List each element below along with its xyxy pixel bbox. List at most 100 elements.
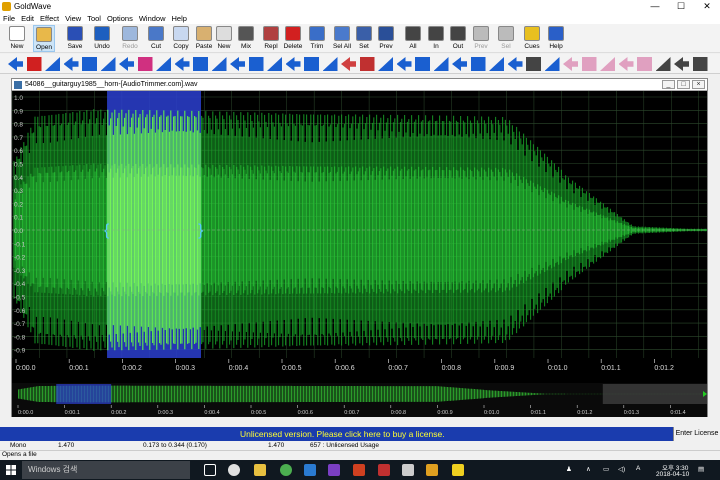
selection-end-marker[interactable]: } xyxy=(198,222,204,239)
effect-tool-icon-29[interactable] xyxy=(544,57,560,71)
menu-view[interactable]: View xyxy=(62,14,84,23)
app-red-icon[interactable] xyxy=(378,464,390,476)
calculator-icon[interactable] xyxy=(402,464,414,476)
effect-tool-icon-9[interactable] xyxy=(174,57,190,71)
toolbar-button-in-17[interactable]: In xyxy=(425,25,447,52)
toolbar-button-mix-9[interactable]: Mix xyxy=(235,25,257,52)
menu-file[interactable]: File xyxy=(0,14,18,23)
clock-date[interactable]: 2018-04-10 xyxy=(656,471,689,478)
effect-tool-icon-28[interactable] xyxy=(526,57,541,71)
effect-tool-icon-19[interactable] xyxy=(359,57,375,71)
effect-tool-icon-22[interactable] xyxy=(415,57,430,71)
app-blue-icon[interactable] xyxy=(304,464,316,476)
toolbar-button-new-0[interactable]: New xyxy=(6,25,28,52)
menu-edit[interactable]: Edit xyxy=(18,14,37,23)
effect-tool-icon-31[interactable] xyxy=(581,57,597,71)
effect-tool-icon-6[interactable] xyxy=(119,57,134,71)
toolbar-button-copy-6[interactable]: Copy xyxy=(170,25,192,52)
effect-tool-icon-30[interactable] xyxy=(563,57,578,71)
menu-tool[interactable]: Tool xyxy=(84,14,104,23)
volume-icon[interactable]: ◁) xyxy=(618,465,625,473)
effect-tool-icon-33[interactable] xyxy=(618,57,634,71)
people-icon[interactable]: ♟ xyxy=(566,465,572,473)
toolbar-button-sel-20[interactable]: Sel xyxy=(495,25,517,52)
doc-maximize-button[interactable]: □ xyxy=(677,80,690,89)
effect-tool-icon-21[interactable] xyxy=(396,57,412,71)
minimize-button[interactable]: — xyxy=(642,0,668,12)
effect-tool-icon-13[interactable] xyxy=(248,57,264,71)
toolbar-button-new-8[interactable]: New xyxy=(213,25,235,52)
toolbar-button-cut-5[interactable]: Cut xyxy=(145,25,167,52)
effect-tool-icon-3[interactable] xyxy=(63,57,79,71)
effect-tool-icon-25[interactable] xyxy=(470,57,486,71)
network-icon[interactable]: ▭ xyxy=(603,465,609,473)
toolbar-button-all-16[interactable]: All xyxy=(402,25,424,52)
effect-tool-icon-35[interactable] xyxy=(655,57,671,71)
chrome-icon[interactable] xyxy=(228,464,240,476)
toolbar-button-delete-11[interactable]: Delete xyxy=(282,25,304,52)
ime-indicator-icon[interactable]: A xyxy=(636,465,640,472)
app-green-icon[interactable] xyxy=(280,464,292,476)
effect-tool-icon-32[interactable] xyxy=(600,57,615,71)
menu-options[interactable]: Options xyxy=(104,14,136,23)
effect-tool-icon-37[interactable] xyxy=(692,57,708,71)
powerpoint-icon[interactable] xyxy=(353,464,365,476)
effect-tool-icon-17[interactable] xyxy=(322,57,338,71)
goldwave-taskbar-icon[interactable] xyxy=(426,464,438,476)
toolbar-button-open-1[interactable]: Open xyxy=(33,25,55,52)
maximize-button[interactable]: ☐ xyxy=(668,0,694,12)
menu-help[interactable]: Help xyxy=(169,14,190,23)
taskbar-search-box[interactable]: Windows 검색 xyxy=(22,461,190,479)
effect-tool-icon-2[interactable] xyxy=(45,57,60,71)
toolbar-button-out-18[interactable]: Out xyxy=(447,25,469,52)
effect-tool-icon-18[interactable] xyxy=(341,57,356,71)
overview-view-region[interactable] xyxy=(602,384,707,404)
toolbar-button-trim-12[interactable]: Trim xyxy=(306,25,328,52)
toolbar-button-undo-3[interactable]: Undo xyxy=(91,25,113,52)
menu-effect[interactable]: Effect xyxy=(37,14,62,23)
toolbar-button-repl-10[interactable]: Repl xyxy=(260,25,282,52)
toolbar-button-save-2[interactable]: Save xyxy=(64,25,86,52)
effect-tool-icon-20[interactable] xyxy=(378,57,393,71)
selection-start-marker[interactable]: { xyxy=(104,222,110,239)
effect-tool-icon-36[interactable] xyxy=(674,57,689,71)
toolbar-button-sel-all-13[interactable]: Sel All xyxy=(331,25,353,52)
effect-tool-icon-8[interactable] xyxy=(156,57,171,71)
unlicensed-message[interactable]: Unlicensed version. Please click here to… xyxy=(240,429,445,439)
effect-tool-icon-0[interactable] xyxy=(8,57,23,71)
effect-tool-icon-7[interactable] xyxy=(137,57,153,71)
effect-tool-icon-34[interactable] xyxy=(637,57,652,71)
toolbar-button-cues-21[interactable]: Cues xyxy=(521,25,543,52)
onenote-icon[interactable] xyxy=(328,464,340,476)
effect-tool-icon-23[interactable] xyxy=(433,57,449,71)
enter-license-button[interactable]: Enter License xyxy=(673,427,720,441)
file-explorer-icon[interactable] xyxy=(254,464,266,476)
doc-minimize-button[interactable]: _ xyxy=(662,80,675,89)
toolbar-button-redo-4[interactable]: Redo xyxy=(119,25,141,52)
effect-tool-icon-5[interactable] xyxy=(100,57,116,71)
effect-tool-icon-15[interactable] xyxy=(285,57,301,71)
toolbar-button-help-22[interactable]: Help xyxy=(545,25,567,52)
notification-icon[interactable]: ▤ xyxy=(698,465,704,473)
effect-tool-icon-14[interactable] xyxy=(267,57,282,71)
kakaotalk-icon[interactable] xyxy=(452,464,464,476)
effect-tool-icon-24[interactable] xyxy=(452,57,467,71)
effect-tool-icon-27[interactable] xyxy=(507,57,523,71)
effect-tool-icon-11[interactable] xyxy=(211,57,227,71)
effect-tool-icon-26[interactable] xyxy=(489,57,504,71)
effect-tool-icon-4[interactable] xyxy=(82,57,97,71)
effect-tool-icon-10[interactable] xyxy=(193,57,208,71)
tray-chevron-icon[interactable]: ∧ xyxy=(586,465,591,473)
task-view-icon[interactable] xyxy=(204,464,216,476)
doc-close-button[interactable]: × xyxy=(692,80,705,89)
toolbar-button-prev-19[interactable]: Prev xyxy=(470,25,492,52)
menu-window[interactable]: Window xyxy=(136,14,169,23)
toolbar-button-prev-15[interactable]: Prev xyxy=(375,25,397,52)
toolbar-button-set-14[interactable]: Set xyxy=(353,25,375,52)
close-button[interactable]: ✕ xyxy=(694,0,720,12)
waveform-display[interactable]: {} 1.0 0.9 0.8 0.7 0.6 0.5 0.4 0.3 0.2 0.1 0.0 -0.1 -… xyxy=(12,91,707,417)
toolbar-button-paste-7[interactable]: Paste xyxy=(193,25,215,52)
effect-tool-icon-1[interactable] xyxy=(26,57,42,71)
windows-start-icon[interactable] xyxy=(6,465,16,475)
overview-selection[interactable] xyxy=(56,384,112,404)
